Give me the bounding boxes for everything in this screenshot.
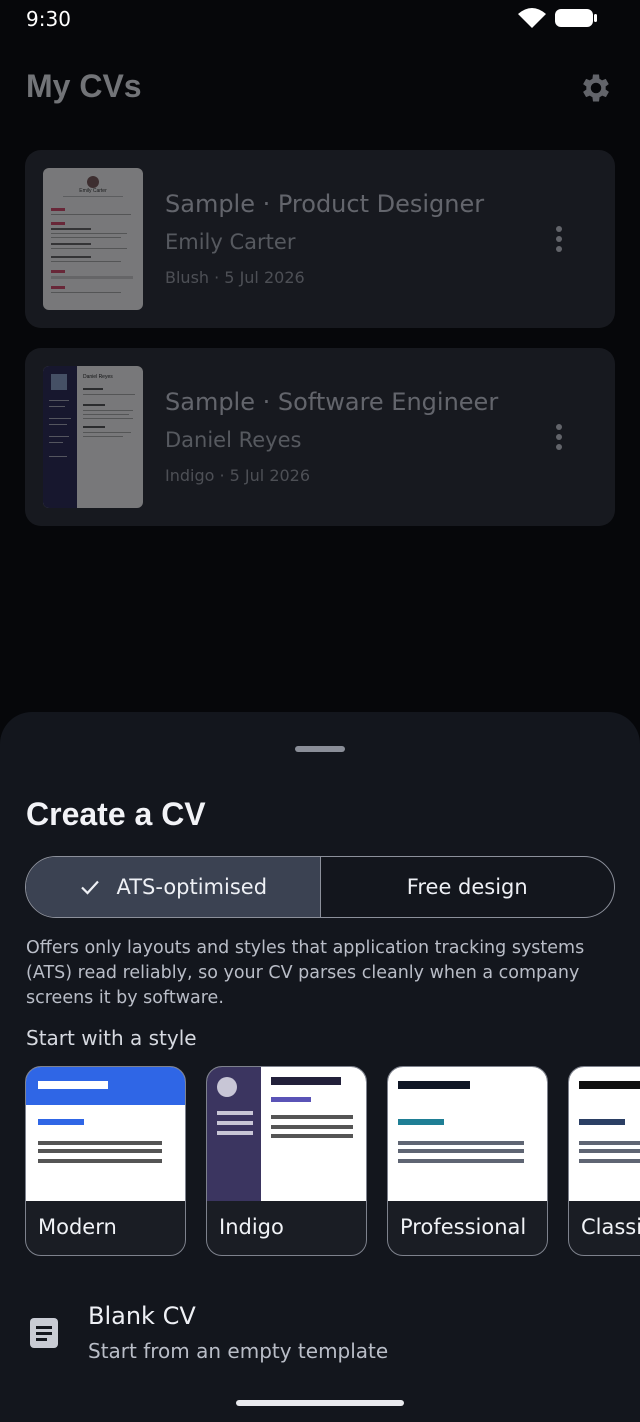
mode-ats-label: ATS-optimised	[116, 875, 268, 899]
style-preview	[388, 1067, 547, 1201]
cv-owner-name: Daniel Reyes	[165, 428, 302, 452]
style-label: Classic	[581, 1215, 640, 1239]
ats-helper-text: Offers only layouts and styles that appl…	[26, 938, 585, 1008]
cv-list-screen: My CVs Emily Carter Sample · Product Des…	[0, 40, 640, 720]
cv-meta: Blush · 5 Jul 2026	[165, 268, 305, 287]
more-vert-icon[interactable]	[549, 224, 569, 254]
create-cv-sheet: Create a CV ATS-optimised Free design Of…	[0, 712, 640, 1422]
cv-title: Sample · Software Engineer	[165, 388, 499, 416]
mode-free-design-button[interactable]: Free design	[321, 857, 615, 917]
status-time: 9:30	[26, 7, 71, 31]
style-label: Professional	[400, 1215, 527, 1239]
sheet-title: Create a CV	[26, 796, 206, 832]
gesture-navigation-bar[interactable]	[236, 1400, 404, 1406]
document-icon	[30, 1318, 58, 1348]
style-carousel[interactable]: Modern Indigo Professional Class	[25, 1066, 640, 1258]
blank-cv-title: Blank CV	[88, 1302, 196, 1330]
blank-cv-option[interactable]: Blank CV Start from an empty template	[0, 1276, 640, 1380]
check-icon	[81, 880, 100, 895]
cv-meta: Indigo · 5 Jul 2026	[165, 466, 311, 485]
cv-card[interactable]: Emily Carter Sample · Product Designer E…	[25, 150, 615, 328]
style-card-indigo[interactable]: Indigo	[206, 1066, 367, 1256]
cv-thumbnail: Emily Carter	[43, 168, 143, 310]
thumbnail-name: Emily Carter	[79, 188, 107, 194]
style-preview	[26, 1067, 185, 1201]
style-preview	[207, 1067, 366, 1201]
thumbnail-name: Daniel Reyes	[83, 374, 113, 380]
style-card-modern[interactable]: Modern	[25, 1066, 186, 1256]
more-vert-icon[interactable]	[549, 422, 569, 452]
styles-section-label: Start with a style	[26, 1026, 197, 1050]
battery-icon	[555, 9, 597, 27]
blank-cv-subtitle: Start from an empty template	[88, 1339, 389, 1363]
mode-ats-button[interactable]: ATS-optimised	[26, 857, 321, 917]
style-label: Modern	[38, 1215, 117, 1239]
page-title: My CVs	[26, 68, 142, 104]
cv-title: Sample · Product Designer	[165, 190, 485, 218]
style-preview	[569, 1067, 640, 1201]
cv-owner-name: Emily Carter	[165, 230, 296, 254]
style-card-professional[interactable]: Professional	[387, 1066, 548, 1256]
cv-card[interactable]: Daniel Reyes Sample · Software Engineer …	[25, 348, 615, 526]
mode-toggle: ATS-optimised Free design	[25, 856, 615, 918]
status-bar: 9:30	[0, 0, 640, 40]
drag-handle[interactable]	[295, 746, 345, 752]
wifi-icon	[518, 8, 546, 28]
mode-free-label: Free design	[406, 875, 528, 899]
cv-thumbnail: Daniel Reyes	[43, 366, 143, 508]
style-card-classic[interactable]: Classic	[568, 1066, 640, 1256]
style-label: Indigo	[219, 1215, 284, 1239]
gear-icon[interactable]	[578, 70, 614, 106]
